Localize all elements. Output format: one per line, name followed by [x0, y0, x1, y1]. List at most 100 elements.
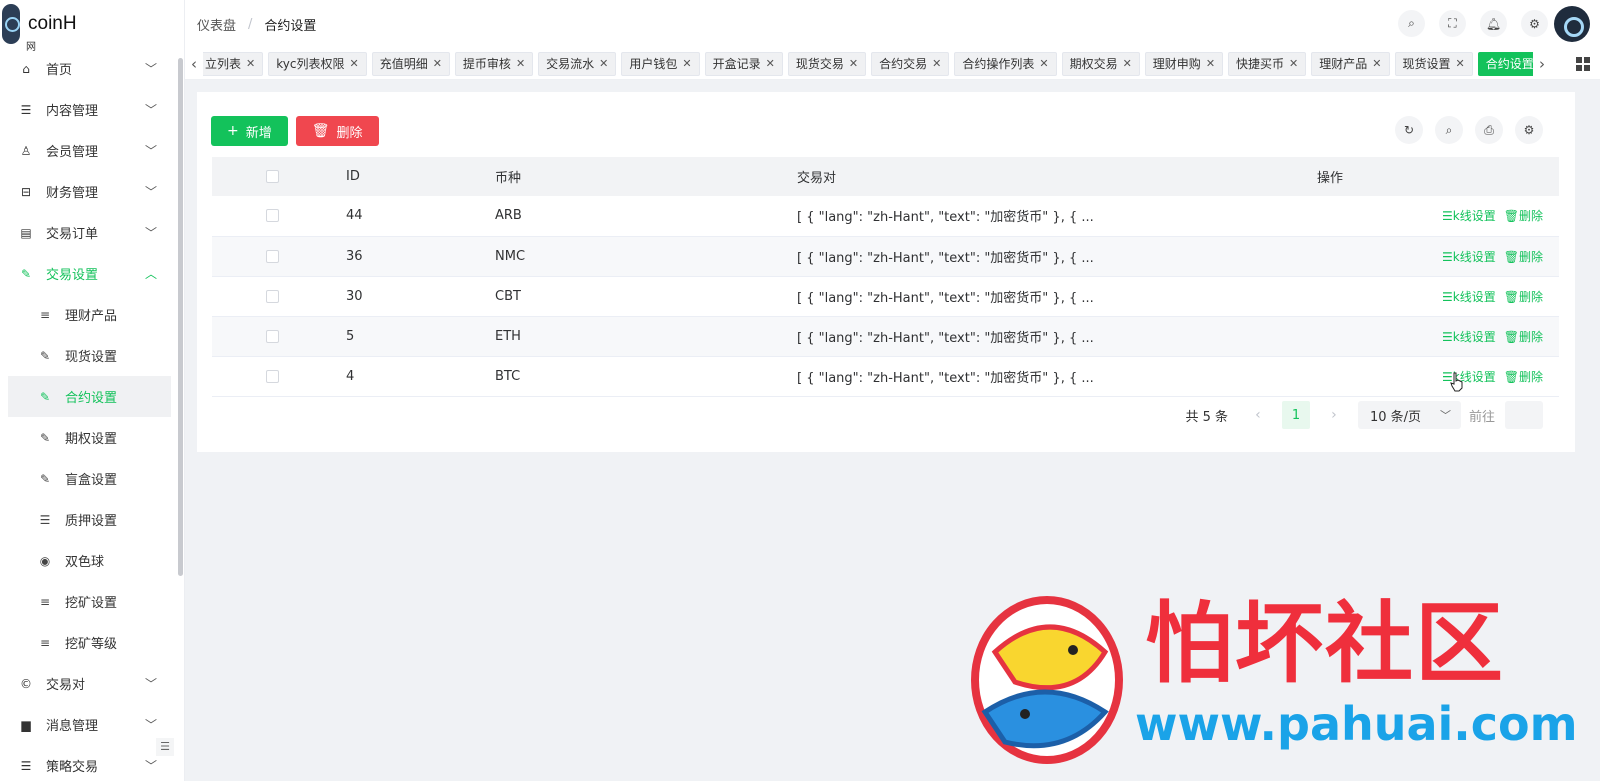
kline-settings-link[interactable]: ☰k线设置: [1442, 250, 1496, 264]
close-icon[interactable]: ✕: [349, 57, 358, 70]
row-checkbox[interactable]: [266, 369, 279, 383]
close-icon[interactable]: ✕: [932, 57, 941, 70]
tab-13[interactable]: 理财产品 ✕: [1311, 51, 1390, 76]
sidebar-subitem-5[interactable]: ☰ 质押设置: [0, 499, 172, 540]
avatar[interactable]: [1554, 6, 1590, 42]
row-select-cell: [212, 356, 346, 397]
tab-9[interactable]: 合约操作列表 ✕: [954, 51, 1057, 76]
kline-settings-link[interactable]: ☰k线设置: [1442, 209, 1496, 223]
sidebar-subitem-1[interactable]: ✎ 现货设置: [0, 335, 172, 376]
tab-5[interactable]: 用户钱包 ✕: [621, 51, 700, 76]
wrench-icon: ✎: [20, 266, 32, 281]
app-name: coinH: [28, 13, 77, 34]
row-delete-link[interactable]: 🗑︎删除: [1504, 209, 1543, 223]
sidebar-item-3[interactable]: ⊟ 财务管理 ﹀: [0, 171, 184, 212]
search-icon[interactable]: ⌕: [1398, 10, 1425, 37]
close-icon[interactable]: ✕: [849, 57, 858, 70]
row-checkbox[interactable]: [266, 249, 279, 263]
cell-id: 4: [346, 356, 495, 397]
close-icon[interactable]: ✕: [246, 57, 255, 70]
close-icon[interactable]: ✕: [1123, 57, 1132, 70]
close-icon[interactable]: ✕: [682, 57, 691, 70]
kline-settings-link[interactable]: ☰k线设置: [1442, 290, 1496, 304]
tabs-scroll-right-icon[interactable]: ›: [1533, 55, 1551, 73]
row-checkbox[interactable]: [266, 329, 279, 343]
sidebar-item-4[interactable]: ▤ 交易订单 ﹀: [0, 212, 184, 253]
cell-id: 44: [346, 196, 495, 237]
tab-3[interactable]: 提币审核 ✕: [454, 51, 534, 76]
column-header-coin[interactable]: 币种: [495, 157, 797, 196]
table-row: 30 CBT[ { "lang": "zh-Hant", "text": "加密货…: [212, 276, 1559, 317]
sidebar-item-1[interactable]: ☰ 内容管理 ﹀: [0, 89, 184, 130]
close-icon[interactable]: ✕: [1289, 57, 1298, 70]
tabs-menu-grid-icon[interactable]: [1576, 57, 1590, 71]
tab-7[interactable]: 现货交易 ✕: [787, 51, 867, 76]
prev-page-icon[interactable]: ‹: [1246, 407, 1270, 423]
page-number-current[interactable]: 1: [1281, 401, 1310, 429]
chevron-down-icon: ﹀: [1439, 409, 1451, 422]
sidebar-bottom-item-0[interactable]: © 交易对 ﹀: [0, 663, 184, 704]
sidebar-subitem-0[interactable]: ≡ 理财产品: [0, 294, 172, 335]
close-icon[interactable]: ✕: [516, 57, 525, 70]
sort-icon: ≡: [39, 307, 51, 322]
column-header-pair[interactable]: 交易对: [797, 157, 1317, 196]
sidebar-subitem-8[interactable]: ≡ 挖矿等级: [0, 622, 172, 663]
hand-cursor-icon: [1450, 372, 1463, 392]
next-page-icon[interactable]: ›: [1322, 407, 1346, 423]
sidebar-item-label: 财务管理: [46, 186, 99, 201]
tab-10[interactable]: 期权交易 ✕: [1061, 51, 1140, 76]
tab-14[interactable]: 现货设置 ✕: [1394, 51, 1473, 76]
table-header-row: ID 币种 交易对 操作: [212, 157, 1559, 196]
settings-icon[interactable]: ⚙: [1515, 116, 1543, 144]
tab-12[interactable]: 快捷买币 ✕: [1228, 51, 1307, 76]
tab-8[interactable]: 合约交易 ✕: [871, 51, 950, 76]
tab-6[interactable]: 开盒记录 ✕: [704, 51, 783, 76]
page-size-select[interactable]: 10 条/页 ﹀: [1357, 401, 1461, 429]
close-icon[interactable]: ✕: [1456, 57, 1465, 70]
close-icon[interactable]: ✕: [766, 57, 775, 70]
kline-settings-link[interactable]: ☰k线设置: [1442, 330, 1496, 344]
delete-button[interactable]: 🗑︎ 删除: [295, 116, 379, 146]
sidebar-item-5[interactable]: ✎ 交易设置 ︿: [0, 253, 184, 294]
row-delete-link[interactable]: 🗑︎删除: [1504, 330, 1543, 344]
row-delete-link[interactable]: 🗑︎删除: [1504, 250, 1543, 264]
row-delete-link[interactable]: 🗑︎删除: [1504, 370, 1543, 384]
row-delete-link[interactable]: 🗑︎删除: [1504, 290, 1543, 304]
sidebar-subitem-3[interactable]: ✎ 期权设置: [0, 417, 172, 458]
sidebar-subitem-4[interactable]: ✎ 盲盒设置: [0, 458, 172, 499]
bell-icon[interactable]: 🔔︎: [1480, 10, 1507, 37]
refresh-icon[interactable]: ↻: [1395, 116, 1423, 144]
tab-11[interactable]: 理财申购 ✕: [1144, 51, 1224, 76]
sidebar-subitem-2[interactable]: ✎ 合约设置: [8, 376, 171, 417]
select-all-checkbox[interactable]: [266, 170, 279, 183]
sidebar-item-2[interactable]: ♙ 会员管理 ﹀: [0, 130, 184, 171]
tabs-scroll-left-icon[interactable]: ‹: [185, 55, 203, 73]
close-icon[interactable]: ✕: [599, 57, 608, 70]
tab-0[interactable]: 立列表 ✕: [203, 51, 264, 76]
tab-2[interactable]: 充值明细 ✕: [371, 51, 450, 76]
sidebar-subitem-6[interactable]: ◉ 双色球: [0, 540, 172, 581]
fullscreen-icon[interactable]: ⛶: [1439, 10, 1466, 37]
row-checkbox[interactable]: [266, 289, 279, 303]
sidebar-item-0[interactable]: ⌂ 首页 ﹀: [0, 48, 184, 89]
add-button[interactable]: + 新增: [211, 116, 288, 146]
tab-15[interactable]: 合约设置✕: [1477, 51, 1533, 76]
table-row: 4 BTC[ { "lang": "zh-Hant", "text": "加密货币…: [212, 356, 1559, 397]
close-icon[interactable]: ✕: [433, 57, 442, 70]
column-header-id[interactable]: ID: [346, 157, 495, 196]
sidebar-scrollbar[interactable]: [178, 58, 183, 576]
print-icon[interactable]: ⎙: [1475, 116, 1503, 144]
close-icon[interactable]: ✕: [1039, 57, 1048, 70]
sidebar-subitem-7[interactable]: ≡ 挖矿设置: [0, 581, 172, 622]
breadcrumb-dashboard[interactable]: 仪表盘: [197, 15, 236, 34]
settings-icon[interactable]: ⚙: [1521, 10, 1548, 37]
close-icon[interactable]: ✕: [1206, 57, 1215, 70]
row-checkbox[interactable]: [266, 209, 279, 223]
goto-page-input[interactable]: [1505, 401, 1543, 429]
search-icon[interactable]: ⌕: [1435, 116, 1463, 144]
collapse-sidebar-icon[interactable]: ☰: [156, 738, 174, 756]
wrench-icon: ✎: [39, 471, 51, 486]
tab-4[interactable]: 交易流水 ✕: [538, 51, 617, 76]
close-icon[interactable]: ✕: [1372, 57, 1381, 70]
tab-1[interactable]: kyc列表权限 ✕: [268, 51, 367, 76]
